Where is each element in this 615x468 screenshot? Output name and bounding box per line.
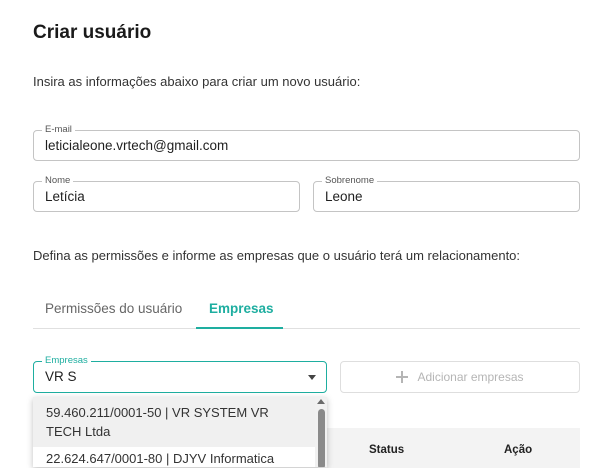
scroll-thumb[interactable] [318,409,325,467]
nome-label: Nome [42,175,74,187]
email-label: E-mail [42,124,75,136]
table-header: Status Ação [327,428,580,468]
plus-icon [396,371,409,383]
caret-up-icon[interactable] [308,375,316,380]
list-item[interactable]: 59.460.211/0001-50 | VR SYSTEM VR TECH L… [33,397,315,447]
column-status: Status [369,444,405,456]
list-item[interactable]: 22.624.647/0001-80 | DJYV Informatica [33,449,315,467]
nome-value: Letícia [45,189,85,204]
empresas-dropdown: 59.460.211/0001-50 | VR SYSTEM VR TECH L… [33,397,327,467]
sobrenome-field[interactable]: Sobrenome Leone [313,175,580,212]
add-empresas-label: Adicionar empresas [417,370,524,384]
intro-text: Insira as informações abaixo para criar … [33,74,361,89]
tab-permissoes[interactable]: Permissões do usuário [45,301,182,316]
permissions-text: Defina as permissões e informe as empres… [33,248,521,263]
empresas-label: Empresas [42,355,91,367]
page-title: Criar usuário [33,22,152,43]
email-value: leticialeone.vrtech@gmail.com [45,138,229,153]
add-empresas-button[interactable]: Adicionar empresas [340,361,580,393]
tab-empresas[interactable]: Empresas [209,301,274,316]
scroll-up-icon[interactable] [317,399,325,404]
nome-field[interactable]: Nome Letícia [33,175,300,212]
sobrenome-label: Sobrenome [322,175,378,187]
email-field[interactable]: E-mail leticialeone.vrtech@gmail.com [33,124,580,161]
empresas-field[interactable]: Empresas [33,355,327,393]
active-tab-indicator [196,327,283,329]
tab-bar: Permissões do usuário Empresas [33,292,580,329]
dropdown-scrollbar[interactable] [315,397,327,467]
empresas-input[interactable] [43,368,287,385]
column-acao: Ação [504,444,533,456]
sobrenome-value: Leone [325,189,363,204]
